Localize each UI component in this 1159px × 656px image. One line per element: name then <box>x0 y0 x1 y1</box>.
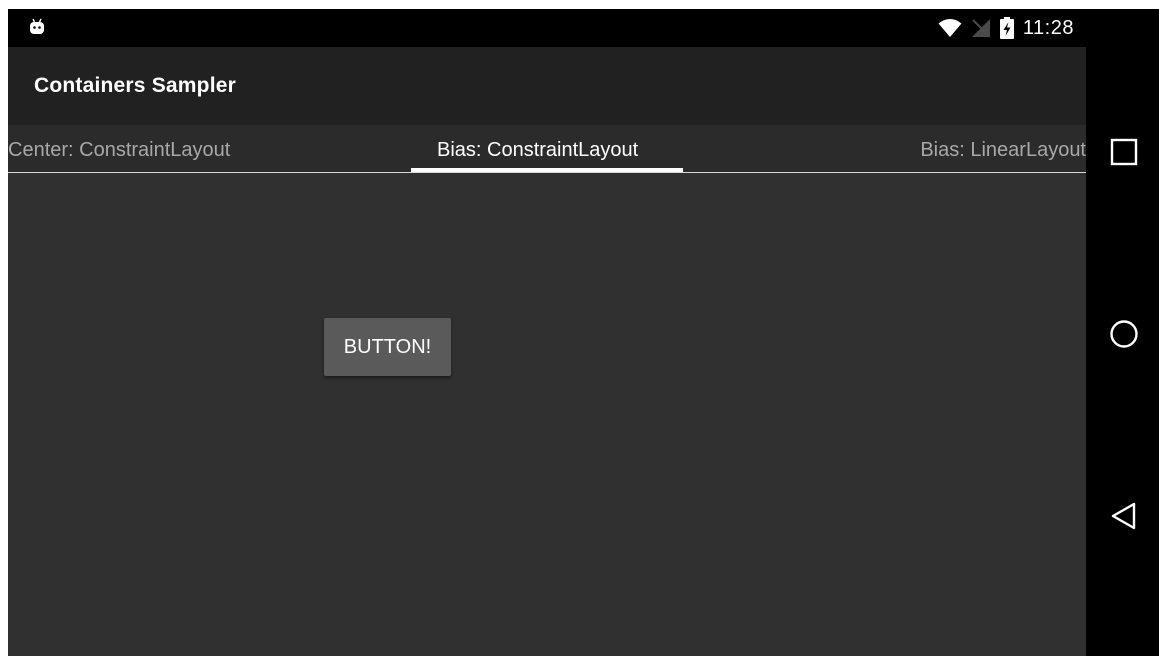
status-icons: 11:28 <box>938 9 1074 47</box>
home-circle-icon[interactable] <box>1109 319 1139 349</box>
android-debug-icon <box>30 18 44 34</box>
recents-square-icon[interactable] <box>1109 137 1139 167</box>
main-button[interactable]: BUTTON! <box>324 318 451 376</box>
wifi-icon <box>938 19 962 37</box>
status-time: 11:28 <box>1022 16 1074 39</box>
status-bar: 11:28 <box>8 9 1086 47</box>
no-signal-icon <box>971 19 990 37</box>
app-title: Containers Sampler <box>34 74 236 97</box>
content-area: BUTTON! <box>8 173 1086 656</box>
tab-indicator <box>411 168 683 172</box>
tab-bar: Center: ConstraintLayout Bias: Constrain… <box>8 125 1086 173</box>
tab-bias-linearlayout[interactable]: Bias: LinearLayout <box>920 125 1086 172</box>
tab-bias-constraintlayout[interactable]: Bias: ConstraintLayout <box>437 125 638 172</box>
app-bar: Containers Sampler <box>8 47 1086 125</box>
battery-charging-icon <box>999 17 1014 39</box>
screen: 11:28 Containers Sampler Center: Constra… <box>0 0 1159 656</box>
tab-center-constraintlayout[interactable]: Center: ConstraintLayout <box>8 125 230 172</box>
navigation-bar <box>1086 9 1159 656</box>
back-triangle-icon[interactable] <box>1109 501 1139 531</box>
